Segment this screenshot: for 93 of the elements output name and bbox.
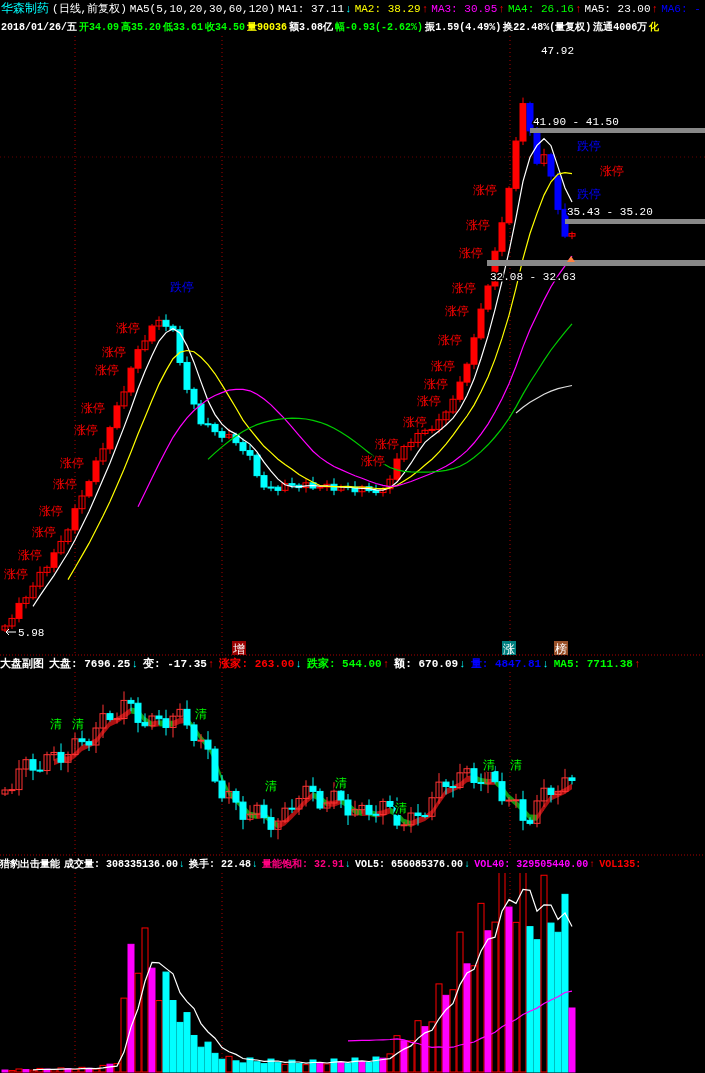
limit-up-label: 涨停: [424, 378, 448, 393]
limit-up-label: 涨停: [116, 322, 140, 337]
panel-title: 猎豹出击量能: [0, 857, 60, 872]
indicator-value: MA5: 7711.38: [553, 656, 633, 672]
trend-arrow: ↓: [179, 858, 186, 872]
limit-up-label: 涨停: [375, 438, 399, 453]
trend-arrow: ↑: [207, 656, 215, 672]
limit-up-label: 涨停: [452, 282, 476, 296]
limit-up-label: 涨停: [459, 247, 483, 262]
price-label: 47.92: [541, 45, 574, 57]
limit-up-label: 涨停: [32, 525, 56, 540]
clear-signal-label: 清: [195, 708, 207, 722]
limit-up-label: 涨停: [417, 395, 441, 410]
indicator-value: MA5: 23.00: [584, 1, 651, 17]
clear-signal-label: 清: [265, 780, 277, 794]
indicator-value: 跌家: 544.00: [306, 656, 382, 672]
trend-arrow: ↑: [633, 656, 641, 672]
indicator-value: MA4: 26.16: [507, 1, 574, 17]
indicator-value: MA2: 38.29: [354, 1, 421, 17]
quote-field: 收34.50: [205, 19, 246, 35]
limit-up-label: 涨停: [102, 345, 126, 360]
clear-signal-label: 清: [483, 759, 495, 773]
limit-up-label: 涨停: [431, 360, 455, 375]
limit-up-label: 涨停: [74, 423, 98, 438]
indicator-value: VOL135:: [599, 858, 642, 872]
limit-up-label: 涨停: [600, 165, 624, 179]
limit-down-label: 跌停: [170, 281, 194, 295]
limit-down-label: 跌停: [577, 140, 601, 154]
indicator-value: 大盘: 7696.25: [49, 656, 131, 672]
clear-signal-label: 清: [50, 718, 62, 732]
limit-up-label: 涨停: [53, 477, 77, 492]
indicator-value: MA3: 30.95: [431, 1, 498, 17]
quote-field: 流通4006万: [593, 19, 648, 35]
trend-arrow: ↓: [345, 858, 352, 872]
quote-field: 高35.20: [121, 19, 162, 35]
indicator-value: MA6: -: [661, 1, 701, 17]
quote-field: 换22.48%(量复权): [503, 19, 592, 35]
indicator-value: 成交量: 308335136.00: [64, 857, 178, 872]
trend-arrow: ↑: [498, 1, 505, 17]
limit-up-label: 涨停: [445, 305, 469, 320]
indicator-value: 变: -17.35: [143, 656, 207, 672]
indicator-value: 换手: 22.48: [189, 857, 252, 872]
trend-arrow: ↓: [542, 656, 549, 672]
signal-tag: 增: [232, 641, 246, 656]
limit-up-label: 涨停: [39, 504, 63, 519]
indicator-value: 量: 4847.81: [470, 656, 542, 672]
panel-title: 大盘副图: [0, 656, 44, 672]
ma-parameters: MA5(5,10,20,30,60,120): [129, 1, 276, 17]
quote-field: 振1.59(4.49%): [425, 19, 502, 35]
trend-arrow: ↑: [382, 656, 390, 672]
trend-arrow: ↑: [574, 1, 582, 17]
trend-arrow: ↓: [131, 656, 139, 672]
limit-up-label: 涨停: [473, 184, 497, 199]
signal-tag: 榜: [554, 641, 568, 656]
quote-field: 2018/01/26/五: [1, 19, 77, 35]
indicator-value: VOL40: 329505440.00: [474, 858, 589, 872]
signal-tag: 涨: [502, 641, 516, 656]
indicator-value: 涨家: 263.00: [219, 656, 295, 672]
limit-down-label: 跌停: [577, 188, 601, 202]
quote-field: 量90036: [247, 19, 288, 35]
indicator-value: 额: 670.09: [394, 656, 459, 672]
limit-up-label: 涨停: [438, 333, 462, 348]
quote-field: 额3.08亿: [289, 19, 334, 35]
indicator-value: MA1: 37.11: [278, 1, 345, 17]
limit-up-label: 涨停: [4, 568, 28, 583]
trend-arrow: ↓: [464, 858, 471, 872]
trend-arrow: ↑: [421, 1, 429, 17]
trend-arrow: ↓: [252, 858, 259, 872]
price-label: 41.90 - 41.50: [533, 116, 619, 128]
clear-signal-label: 清: [510, 759, 522, 773]
price-label: 35.43 - 35.20: [567, 206, 653, 218]
indicator-value: 量能饱和: 32.91: [262, 857, 345, 872]
limit-up-label: 涨停: [403, 415, 427, 430]
trend-arrow: ↓: [459, 656, 466, 672]
clear-signal-label: 清: [335, 777, 347, 791]
trend-arrow: ↑: [589, 858, 596, 872]
chart-period: (日线,前复权): [52, 1, 127, 17]
quote-field: 幅-0.93(-2.62%): [335, 19, 424, 35]
trend-arrow: ↑: [651, 1, 659, 17]
trend-arrow: ↓: [345, 1, 352, 17]
indicator-value: VOL5: 656085376.00: [355, 858, 464, 872]
stock-name: 华森制药: [1, 1, 49, 18]
limit-up-label: 涨停: [60, 457, 84, 471]
quote-field: 化: [649, 19, 660, 35]
quote-field: 低33.61: [163, 19, 204, 35]
limit-up-label: 涨停: [81, 401, 105, 416]
limit-up-label: 涨停: [18, 548, 42, 563]
limit-up-label: 涨停: [466, 218, 490, 233]
limit-up-label: 涨停: [95, 364, 119, 379]
clear-signal-label: 清: [72, 718, 84, 732]
trend-arrow: ↓: [295, 656, 302, 672]
price-label: 5.98: [18, 627, 45, 639]
quote-field: 开34.09: [79, 19, 120, 35]
